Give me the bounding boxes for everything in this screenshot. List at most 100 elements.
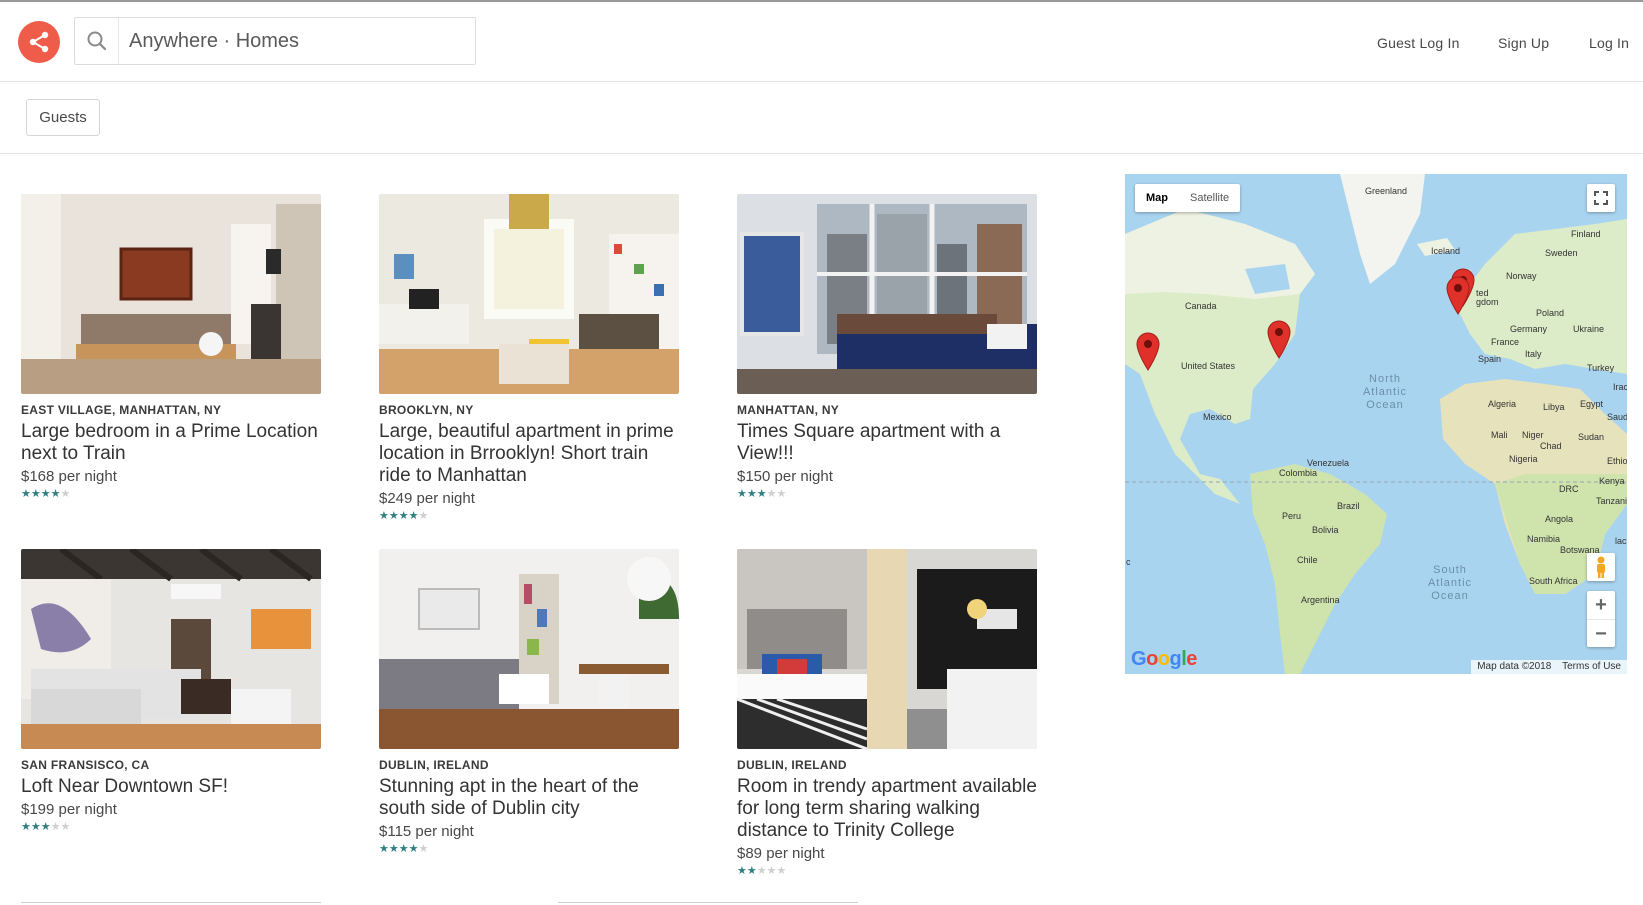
rating-stars: ★★★★★ bbox=[379, 510, 685, 522]
star-filled-icon: ★ bbox=[388, 843, 399, 855]
star-filled-icon: ★ bbox=[388, 510, 399, 522]
listing-price: $150 per night bbox=[737, 468, 833, 485]
map-label: Saudi bbox=[1607, 412, 1627, 422]
star-empty-icon: ★ bbox=[50, 821, 61, 833]
filter-bar: Guests bbox=[0, 83, 1643, 154]
listing-location: DUBLIN, IRELAND bbox=[737, 758, 847, 772]
map-label: ted gdom bbox=[1476, 288, 1499, 307]
search-input[interactable]: Anywhere · Homes bbox=[74, 17, 476, 65]
zoom-in-button[interactable]: + bbox=[1587, 591, 1615, 619]
star-filled-icon: ★ bbox=[746, 865, 757, 877]
terms-of-use-link[interactable]: Terms of Use bbox=[1562, 661, 1621, 672]
listing-title-text[interactable]: Stunning apt in the heart of the south s… bbox=[379, 776, 685, 820]
listing-title: Stunning apt in the heart of the south s… bbox=[379, 776, 685, 855]
listing-title-text[interactable]: Loft Near Downtown SF! bbox=[21, 776, 327, 798]
listing-price: $89 per night bbox=[737, 845, 825, 862]
star-filled-icon: ★ bbox=[30, 488, 41, 500]
star-empty-icon: ★ bbox=[756, 865, 767, 877]
share-logo-icon[interactable] bbox=[18, 21, 60, 63]
listing-location: MANHATTAN, NY bbox=[737, 403, 840, 417]
listing-photo[interactable] bbox=[21, 194, 321, 394]
star-filled-icon: ★ bbox=[737, 488, 747, 500]
star-filled-icon: ★ bbox=[40, 488, 51, 500]
fullscreen-icon[interactable] bbox=[1587, 184, 1615, 212]
listing-price: $199 per night bbox=[21, 801, 117, 818]
rating-stars: ★★★★★ bbox=[21, 488, 327, 500]
map-label: Tanzania bbox=[1596, 496, 1627, 506]
map-label: Nigeria bbox=[1509, 454, 1538, 464]
search-text: Anywhere · Homes bbox=[129, 30, 300, 52]
nav-sign-up[interactable]: Sign Up bbox=[1498, 35, 1549, 51]
map-label: Peru bbox=[1282, 511, 1302, 521]
listing-title-text[interactable]: Room in trendy apartment available for l… bbox=[737, 776, 1043, 842]
star-filled-icon: ★ bbox=[408, 843, 419, 855]
ocean-label: North Atlantic Ocean bbox=[1362, 373, 1408, 411]
map-data-text: Map data ©2018 bbox=[1477, 661, 1552, 672]
rating-stars: ★★★★★ bbox=[21, 821, 327, 833]
map-label: South Africa bbox=[1529, 576, 1578, 586]
listing-title: Room in trendy apartment available for l… bbox=[737, 776, 1043, 877]
zoom-out-button[interactable]: − bbox=[1587, 619, 1615, 647]
ocean-label: South Atlantic Ocean bbox=[1427, 564, 1473, 602]
star-filled-icon: ★ bbox=[50, 488, 61, 500]
map-marker-icon[interactable] bbox=[1266, 319, 1292, 359]
map-type-map-button[interactable]: Map bbox=[1135, 184, 1179, 212]
map-label: Egypt bbox=[1580, 399, 1604, 409]
star-filled-icon: ★ bbox=[408, 510, 419, 522]
listing-price: $168 per night bbox=[21, 468, 117, 485]
search-icon bbox=[75, 18, 119, 64]
map[interactable]: Greenland Iceland Finland Sweden Norway … bbox=[1125, 174, 1627, 674]
map-label: France bbox=[1491, 337, 1520, 347]
listing-title-text[interactable]: Large bedroom in a Prime Location next t… bbox=[21, 421, 327, 465]
map-label: Spain bbox=[1478, 354, 1502, 364]
listing-photo[interactable] bbox=[379, 549, 679, 749]
listing-title: Large bedroom in a Prime Location next t… bbox=[21, 421, 327, 500]
star-empty-icon: ★ bbox=[418, 510, 429, 522]
listing-title-text[interactable]: Times Square apartment with a View!!! bbox=[737, 421, 1043, 465]
star-filled-icon: ★ bbox=[398, 843, 409, 855]
map-label: Bolivia bbox=[1312, 525, 1339, 535]
guests-filter-button[interactable]: Guests bbox=[26, 99, 100, 136]
map-label: Finland bbox=[1571, 229, 1601, 239]
listing-photo[interactable] bbox=[737, 194, 1037, 394]
map-label: Ukraine bbox=[1573, 324, 1605, 334]
map-label: Mali bbox=[1491, 430, 1508, 440]
star-filled-icon: ★ bbox=[746, 488, 757, 500]
nav-guest-log-in[interactable]: Guest Log In bbox=[1377, 35, 1460, 51]
listing-photo[interactable] bbox=[379, 194, 679, 394]
listing-price: $249 per night bbox=[379, 490, 475, 507]
map-label: Angola bbox=[1545, 514, 1574, 524]
next-row-divider bbox=[558, 902, 858, 903]
map-attribution: Map data ©2018 Terms of Use bbox=[1471, 660, 1627, 674]
map-label: Greenland bbox=[1365, 186, 1408, 196]
street-view-pegman-icon[interactable] bbox=[1587, 553, 1615, 581]
star-filled-icon: ★ bbox=[756, 488, 767, 500]
map-marker-icon[interactable] bbox=[1135, 331, 1161, 371]
listing-photo[interactable] bbox=[21, 549, 321, 749]
rating-stars: ★★★★★ bbox=[737, 865, 1043, 877]
map-label: Ethiopia bbox=[1607, 456, 1627, 466]
map-label: Canada bbox=[1185, 301, 1217, 311]
map-label: United States bbox=[1181, 361, 1236, 371]
map-label: Chile bbox=[1297, 555, 1318, 565]
map-label: Colombia bbox=[1279, 468, 1318, 478]
map-label: Poland bbox=[1536, 308, 1565, 318]
map-marker-icon[interactable] bbox=[1445, 275, 1471, 315]
map-label: DRC bbox=[1559, 484, 1579, 494]
listing-photo[interactable] bbox=[737, 549, 1037, 749]
next-row-divider bbox=[21, 902, 321, 903]
listing-title-text[interactable]: Large, beautiful apartment in prime loca… bbox=[379, 421, 685, 487]
map-type-satellite-button[interactable]: Satellite bbox=[1179, 184, 1240, 212]
listing-location: DUBLIN, IRELAND bbox=[379, 758, 489, 772]
map-label: lac bbox=[1615, 536, 1627, 546]
star-empty-icon: ★ bbox=[418, 843, 429, 855]
map-label: Irac bbox=[1613, 382, 1627, 392]
star-filled-icon: ★ bbox=[398, 510, 409, 522]
listing-location: EAST VILLAGE, MANHATTAN, NY bbox=[21, 403, 222, 417]
rating-stars: ★★★★★ bbox=[379, 843, 685, 855]
star-filled-icon: ★ bbox=[40, 821, 51, 833]
map-label: Sudan bbox=[1578, 432, 1605, 442]
nav-log-in[interactable]: Log In bbox=[1589, 35, 1629, 51]
header: Anywhere · Homes Guest Log In Sign Up Lo… bbox=[0, 2, 1643, 82]
star-empty-icon: ★ bbox=[776, 488, 787, 500]
